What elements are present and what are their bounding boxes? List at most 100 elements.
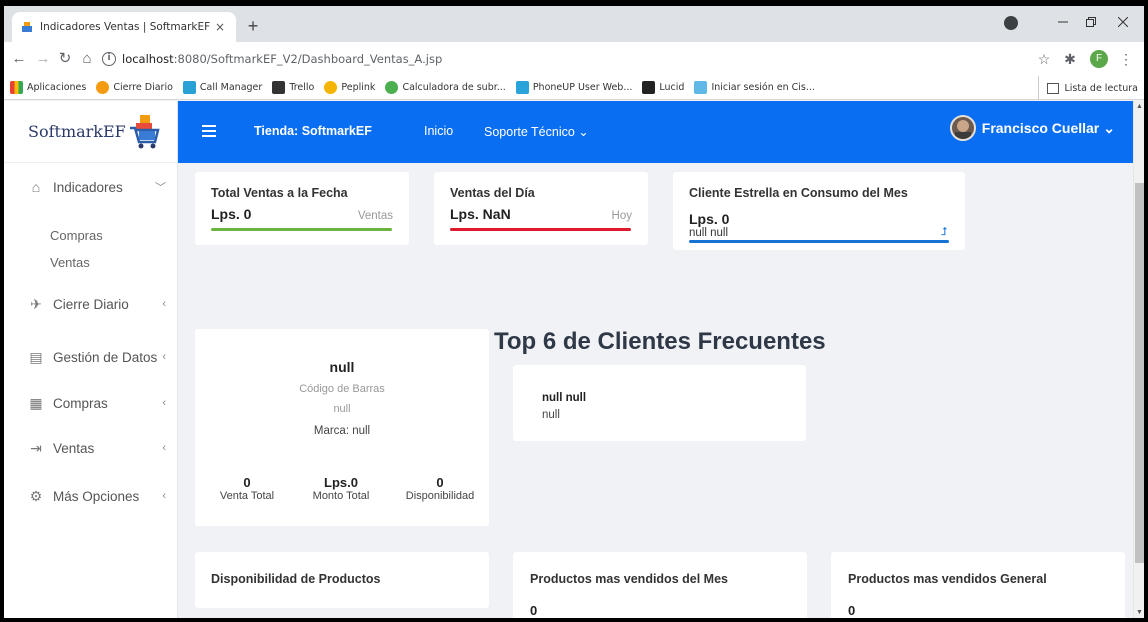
nav-store[interactable]: Tienda: SoftmarkEF	[254, 124, 372, 138]
home-icon: ⌂	[31, 179, 41, 195]
sidebar-sub-compras[interactable]: Compras	[50, 228, 103, 243]
new-tab-button[interactable]: +	[242, 15, 264, 37]
url-path: :8080/SoftmarkEF_V2/Dashboard_Ventas_A.j…	[173, 52, 443, 66]
calculator-icon	[385, 81, 399, 94]
card-value: Lps. NaN	[450, 206, 511, 222]
scroll-down-icon[interactable]: ▼	[1134, 609, 1144, 616]
stat-disponibilidad: 0 Disponibilidad	[405, 475, 475, 502]
apps-grid-icon	[10, 81, 23, 94]
client-name: null null	[542, 392, 587, 404]
card-title: Total Ventas a la Fecha	[211, 186, 348, 200]
card-tag: Ventas	[357, 210, 393, 222]
document-icon: ▤	[29, 349, 43, 365]
reload-icon[interactable]: ↻	[54, 49, 76, 69]
reading-list-icon	[1047, 82, 1060, 94]
bookmark-phoneup[interactable]: PhoneUP User Web...	[515, 81, 632, 94]
card-ventas-dia: Ventas del Día Lps. NaN Hoy	[434, 172, 648, 245]
bookmarks-bar: Aplicaciones Cierre Diario Call Manager …	[4, 76, 1144, 100]
user-menu[interactable]: Francisco Cuellar ⌄	[949, 115, 1115, 141]
cisco-login-icon	[694, 81, 708, 94]
nav-inicio[interactable]: Inicio	[424, 124, 453, 138]
hamburger-menu-icon[interactable]	[202, 125, 216, 137]
progress-bar-red	[450, 228, 631, 231]
bookmark-apps[interactable]: Aplicaciones	[10, 81, 86, 94]
card-cliente-estrella: Cliente Estrella en Consumo del Mes Lps.…	[673, 172, 965, 250]
sidebar-sub-ventas[interactable]: Ventas	[50, 255, 90, 270]
sidebar-item-mas-opciones[interactable]: ⚙ Más Opciones ‹	[4, 488, 178, 504]
chevron-down-icon: ⌄	[578, 125, 589, 139]
building-icon: ▦	[29, 395, 43, 411]
section-title-top6: Top 6 de Clientes Frecuentes	[494, 328, 826, 355]
bookmark-star-icon[interactable]: ☆	[1034, 49, 1054, 69]
card-title: Productos mas vendidos del Mes	[530, 572, 728, 586]
trello-icon	[272, 81, 286, 94]
nav-soporte-tecnico[interactable]: Soporte Técnico ⌄	[484, 124, 589, 139]
chevron-down-icon: ﹀	[155, 182, 166, 194]
media-record-icon[interactable]	[1004, 16, 1018, 30]
card-value: Lps. 0	[211, 206, 252, 222]
sidebar-item-cierre-diario[interactable]: ✈ Cierre Diario ‹	[4, 296, 178, 312]
bookmark-peplink[interactable]: Peplink	[324, 81, 375, 94]
tab-title: Indicadores Ventas | SoftmarkEF	[40, 21, 211, 33]
card-cliente-frecuente: null null null	[513, 365, 806, 441]
reading-list-button[interactable]: Lista de lectura	[1038, 76, 1138, 100]
cart-favicon-icon	[22, 22, 32, 32]
bookmark-call-manager[interactable]: Call Manager	[182, 81, 262, 94]
card-value: 0	[530, 603, 538, 618]
extensions-icon[interactable]: ✱	[1060, 49, 1080, 69]
phoneup-icon	[515, 81, 529, 94]
browser-window: Indicadores Ventas | SoftmarkEF × + ← → …	[4, 6, 1144, 618]
bookmark-lucid[interactable]: Lucid	[642, 81, 684, 94]
page-scrollbar[interactable]: ▲ ▼	[1133, 101, 1144, 618]
bookmark-cierre-diario[interactable]: Cierre Diario	[96, 81, 173, 94]
client-name: null null	[689, 227, 728, 239]
home-browser-icon[interactable]: ⌂	[76, 49, 98, 69]
brand-logo[interactable]: SoftmarkEF	[4, 101, 177, 163]
page-viewport: SoftmarkEF ⌂ Indicadores ﹀ Compras Venta…	[4, 101, 1133, 618]
bookmark-trello[interactable]: Trello	[272, 81, 314, 94]
client-sub: null	[542, 409, 560, 421]
card-tag: Hoy	[611, 210, 632, 222]
cisco-icon	[182, 81, 196, 94]
scrollbar-thumb[interactable]	[1135, 183, 1144, 563]
lucid-icon	[642, 81, 656, 94]
card-total-ventas: Total Ventas a la Fecha Lps. 0 Ventas	[195, 172, 409, 245]
sidebar-item-indicadores[interactable]: ⌂ Indicadores ﹀	[4, 179, 178, 195]
card-producto: null Código de Barras null Marca: null 0…	[195, 329, 489, 526]
card-value: 0	[848, 603, 856, 618]
progress-bar-blue	[689, 240, 949, 243]
top-navbar: Tienda: SoftmarkEF Inicio Soporte Técnic…	[178, 101, 1133, 163]
shopping-cart-icon	[129, 114, 160, 148]
sidebar-item-gestion-datos[interactable]: ▤ Gestión de Datos ‹	[4, 349, 178, 365]
url-host: localhost	[122, 52, 174, 66]
tab-close-icon[interactable]: ×	[212, 20, 228, 34]
tab-strip: Indicadores Ventas | SoftmarkEF × +	[4, 6, 1144, 42]
address-bar[interactable]: i localhost :8080/SoftmarkEF_V2/Dashboar…	[102, 47, 1002, 71]
browser-menu-icon[interactable]: ⋮	[1116, 49, 1136, 69]
sidebar-item-ventas[interactable]: ⇥ Ventas ‹	[4, 440, 178, 456]
browser-toolbar: ← → ↻ ⌂ i localhost :8080/SoftmarkEF_V2/…	[4, 42, 1144, 76]
peplink-icon	[324, 81, 338, 94]
card-title: Disponibilidad de Productos	[211, 572, 381, 586]
browser-tab[interactable]: Indicadores Ventas | SoftmarkEF ×	[12, 12, 236, 42]
exit-icon: ⇥	[30, 440, 42, 456]
scroll-up-icon[interactable]: ▲	[1134, 103, 1144, 110]
chevron-left-icon: ‹	[162, 397, 166, 409]
card-title: Cliente Estrella en Consumo del Mes	[689, 186, 908, 200]
profile-avatar[interactable]: F	[1088, 49, 1110, 69]
chevron-left-icon: ‹	[162, 351, 166, 363]
gear-icon: ⚙	[29, 488, 43, 504]
chevron-left-icon: ‹	[162, 298, 166, 310]
bookmark-cisco[interactable]: Iniciar sesión en Cis...	[694, 81, 815, 94]
stat-monto-total: Lps.0 Monto Total	[312, 475, 370, 502]
back-icon[interactable]: ←	[8, 49, 30, 69]
close-window-icon[interactable]	[1104, 6, 1142, 38]
forward-icon[interactable]: →	[32, 49, 54, 69]
sidebar-item-compras[interactable]: ▦ Compras ‹	[4, 395, 178, 411]
card-title: Productos mas vendidos General	[848, 572, 1047, 586]
barcode-label: Código de Barras	[299, 383, 385, 395]
card-value: Lps. 0	[689, 211, 730, 227]
progress-bar-green	[211, 228, 392, 231]
bookmark-calculadora[interactable]: Calculadora de subr...	[385, 81, 506, 94]
site-info-icon[interactable]: i	[102, 52, 116, 66]
